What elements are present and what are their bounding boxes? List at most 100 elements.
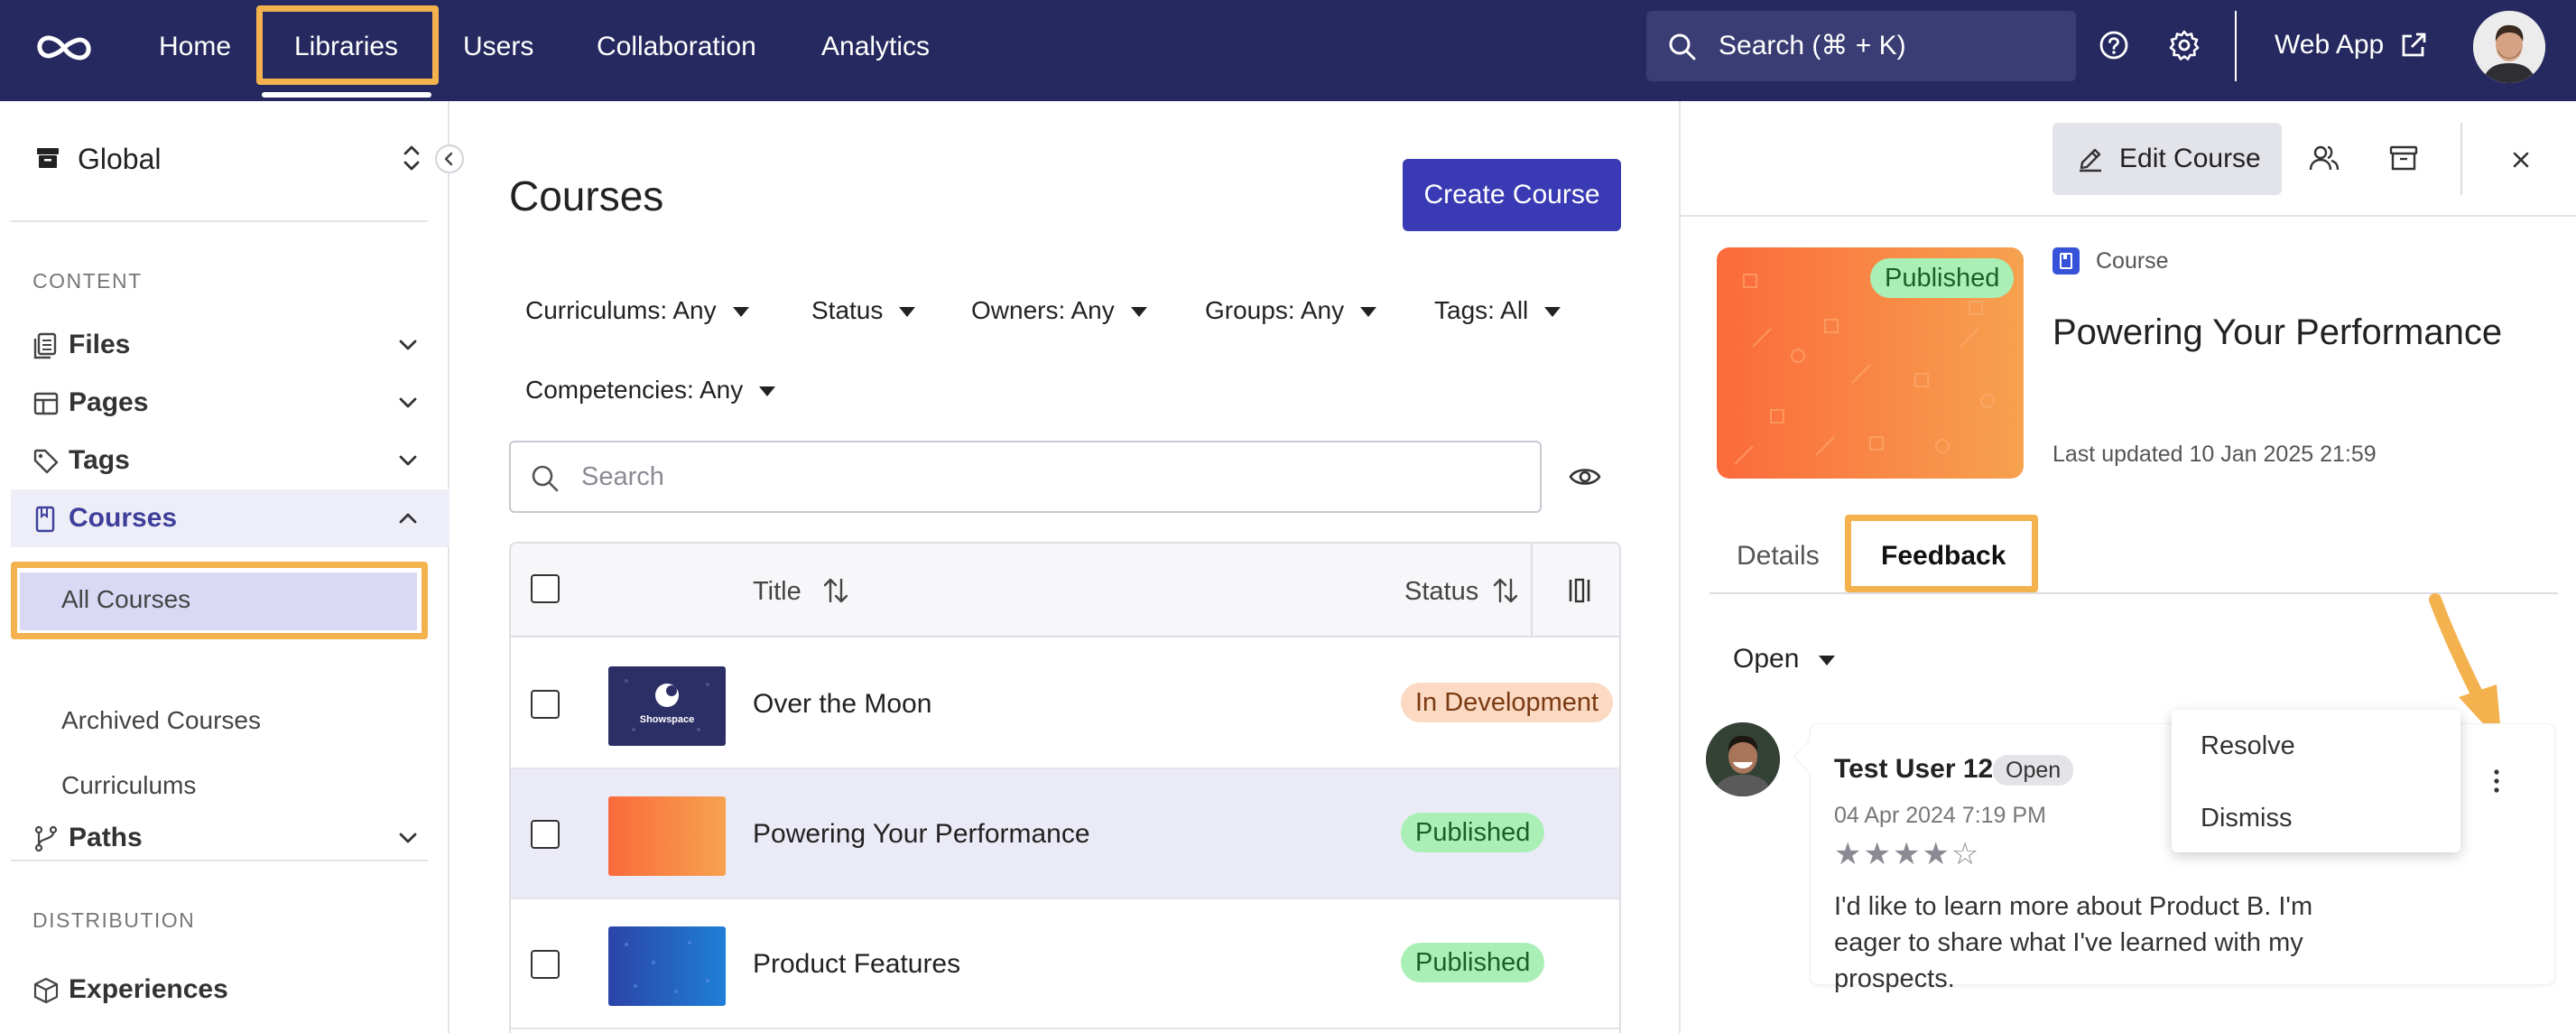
filter-curriculums[interactable]: Curriculums: Any — [525, 294, 749, 327]
workspace-name[interactable]: Global — [78, 141, 162, 177]
nav-collaboration[interactable]: Collaboration — [597, 29, 756, 65]
published-badge: Published — [1870, 258, 2015, 298]
sidebar-item-tags[interactable]: Tags — [11, 432, 449, 489]
table-row[interactable]: Powering Your Performance Published — [511, 769, 1619, 899]
web-app-link[interactable]: Web App — [2275, 27, 2384, 63]
column-header-title[interactable]: Title — [753, 576, 802, 607]
paths-icon — [34, 825, 58, 852]
sort-icon[interactable] — [1491, 576, 1520, 605]
course-title[interactable]: Over the Moon — [753, 688, 931, 721]
chevron-down-icon[interactable] — [397, 394, 419, 412]
infinity-logo-icon[interactable] — [32, 27, 96, 69]
feedback-date: 04 Apr 2024 7:19 PM — [1834, 803, 2046, 828]
columns-icon[interactable] — [1567, 576, 1592, 605]
filter-tags[interactable]: Tags: All — [1434, 294, 1561, 327]
course-title[interactable]: Product Features — [753, 948, 960, 981]
table-row[interactable]: Showspace Over the Moon In Development — [511, 639, 1619, 769]
filter-label: Status — [811, 296, 884, 324]
status-badge: In Development — [1401, 683, 1614, 722]
chevron-down-icon[interactable] — [397, 451, 419, 470]
sidebar-item-pages[interactable]: Pages — [11, 374, 449, 432]
edit-course-button[interactable]: Edit Course — [2052, 123, 2282, 195]
chevron-down-icon[interactable] — [397, 336, 419, 354]
filter-label: Competencies: Any — [525, 376, 744, 404]
filter-competencies[interactable]: Competencies: Any — [525, 374, 776, 406]
nav-users[interactable]: Users — [463, 29, 533, 65]
caret-down-icon — [899, 307, 916, 318]
sidebar-item-label: Pages — [69, 387, 149, 417]
row-checkbox[interactable] — [531, 950, 560, 979]
top-navigation-bar: Home Libraries Users Collaboration Analy… — [0, 0, 2576, 101]
select-all-checkbox[interactable] — [531, 574, 560, 603]
sidebar-item-label: Tags — [69, 445, 130, 475]
external-link-icon[interactable] — [2399, 31, 2428, 60]
course-title[interactable]: Powering Your Performance — [753, 818, 1090, 851]
settings-icon[interactable] — [2168, 29, 2201, 61]
filter-label: Owners: Any — [971, 296, 1115, 324]
filter-groups[interactable]: Groups: Any — [1205, 294, 1377, 327]
section-content-label: CONTENT — [32, 269, 143, 293]
more-vertical-icon[interactable] — [2486, 766, 2507, 796]
chevron-up-icon[interactable] — [397, 509, 419, 527]
all-courses-highlight-box — [11, 562, 428, 639]
global-search-box[interactable]: Search (⌘ + K) — [1646, 11, 2076, 81]
course-thumbnail — [608, 926, 726, 1006]
create-course-button[interactable]: Create Course — [1403, 159, 1621, 231]
sidebar-item-files[interactable]: Files — [11, 316, 449, 374]
filter-owners[interactable]: Owners: Any — [971, 294, 1147, 327]
workspace-selector-icon[interactable] — [401, 143, 422, 173]
feedback-status-filter[interactable]: Open — [1733, 643, 1836, 675]
course-thumbnail — [608, 796, 726, 876]
column-separator — [1531, 544, 1533, 637]
sidebar-subitem-archived-courses[interactable]: Archived Courses — [61, 704, 261, 737]
close-icon[interactable] — [2507, 146, 2534, 173]
page-title: Courses — [509, 172, 664, 219]
feedback-rating-stars: ★★★★☆ — [1834, 837, 1981, 871]
sidebar-subitem-curriculums[interactable]: Curriculums — [61, 769, 196, 802]
feedback-actions-menu: Resolve Dismiss — [2172, 710, 2460, 852]
global-search-label: Search (⌘ + K) — [1719, 31, 1906, 60]
feedback-filter-label: Open — [1733, 644, 1800, 674]
active-nav-underline — [262, 92, 431, 98]
pages-icon — [33, 392, 59, 415]
chevron-down-icon[interactable] — [397, 829, 419, 847]
table-header: Title Status — [511, 544, 1619, 637]
collapse-sidebar-button[interactable] — [435, 144, 464, 173]
tab-details[interactable]: Details — [1737, 540, 1820, 572]
nav-divider — [2235, 11, 2237, 81]
sidebar-item-label: Experiences — [69, 974, 228, 1004]
pencil-icon — [2080, 148, 2101, 172]
filter-label: Tags: All — [1434, 296, 1529, 324]
sidebar-item-paths[interactable]: Paths — [11, 809, 449, 867]
course-search-box[interactable] — [509, 441, 1542, 513]
panel-header-divider — [1681, 215, 2576, 217]
table-row[interactable]: Product Features Published — [511, 899, 1619, 1029]
caret-down-icon — [1819, 655, 1836, 665]
libraries-highlight-box — [256, 5, 439, 85]
row-checkbox[interactable] — [531, 690, 560, 719]
eye-icon[interactable] — [1569, 462, 1601, 491]
menu-item-resolve[interactable]: Resolve — [2201, 730, 2295, 762]
archive-icon[interactable] — [2388, 143, 2419, 173]
nav-home[interactable]: Home — [159, 29, 231, 65]
caret-down-icon — [1544, 307, 1561, 318]
menu-item-dismiss[interactable]: Dismiss — [2201, 802, 2293, 834]
feedback-user-name: Test User 12 — [1834, 754, 1994, 784]
filter-label: Curriculums: Any — [525, 296, 717, 324]
sidebar-divider — [11, 220, 428, 222]
course-search-input[interactable] — [581, 459, 1502, 495]
sidebar-item-courses[interactable]: Courses — [11, 489, 449, 547]
edit-course-label: Edit Course — [2119, 144, 2261, 173]
sidebar-item-experiences[interactable]: Experiences — [11, 961, 449, 1019]
row-checkbox[interactable] — [531, 820, 560, 849]
filter-status[interactable]: Status — [811, 294, 916, 327]
sort-icon[interactable] — [821, 576, 850, 605]
caret-down-icon — [1130, 307, 1147, 318]
column-header-status[interactable]: Status — [1404, 576, 1478, 607]
tag-icon — [33, 449, 59, 474]
nav-analytics[interactable]: Analytics — [821, 29, 930, 65]
user-avatar[interactable] — [2473, 11, 2545, 83]
course-type-label: Course — [2096, 248, 2169, 274]
users-icon[interactable] — [2309, 143, 2340, 173]
help-icon[interactable] — [2098, 29, 2130, 61]
